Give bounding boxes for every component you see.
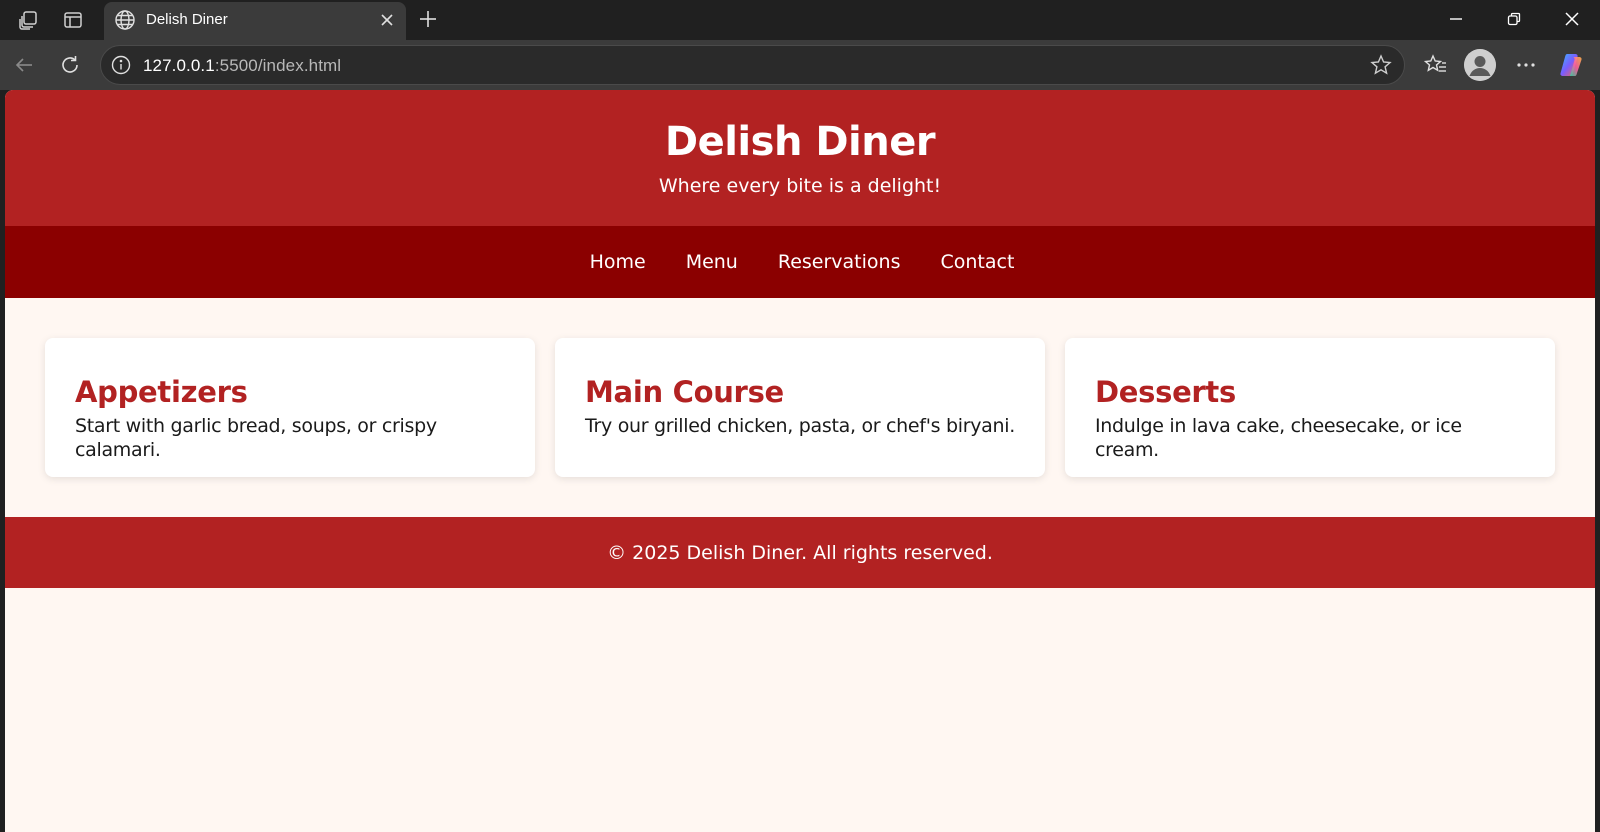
address-bar[interactable]: 127.0.0.1:5500/index.html bbox=[100, 45, 1405, 85]
url-host: 127.0.0.1 bbox=[143, 56, 215, 75]
main-nav: Home Menu Reservations Contact bbox=[5, 226, 1595, 298]
card-text: Start with garlic bread, soups, or crisp… bbox=[75, 415, 437, 461]
restore-icon[interactable] bbox=[1486, 0, 1542, 38]
card-title: Appetizers bbox=[75, 375, 248, 409]
card-desserts: Desserts Indulge in lava cake, cheesecak… bbox=[1065, 338, 1555, 477]
menu-cards: Appetizers Start with garlic bread, soup… bbox=[5, 298, 1595, 517]
plus-icon[interactable] bbox=[414, 5, 442, 33]
more-icon[interactable] bbox=[1510, 49, 1542, 81]
card-title: Main Course bbox=[585, 375, 784, 409]
site-header: Delish Diner Where every bite is a delig… bbox=[5, 90, 1595, 226]
close-icon[interactable] bbox=[376, 9, 398, 31]
browser-toolbar: 127.0.0.1:5500/index.html bbox=[0, 40, 1600, 90]
site-title: Delish Diner bbox=[664, 119, 936, 165]
nav-link-reservations[interactable]: Reservations bbox=[778, 251, 901, 273]
vertical-tabs-icon[interactable] bbox=[59, 6, 87, 34]
tab-title: Delish Diner bbox=[146, 11, 228, 28]
info-icon[interactable] bbox=[110, 54, 132, 76]
footer-text: © 2025 Delish Diner. All rights reserved… bbox=[607, 541, 993, 564]
nav-link-contact[interactable]: Contact bbox=[940, 251, 1014, 273]
workspaces-icon[interactable] bbox=[15, 6, 43, 34]
site-tagline: Where every bite is a delight! bbox=[658, 175, 942, 197]
star-icon[interactable] bbox=[1370, 54, 1392, 76]
copilot-icon[interactable] bbox=[1556, 49, 1588, 81]
browser-titlebar: Delish Diner bbox=[0, 0, 1600, 40]
favorites-icon[interactable] bbox=[1420, 49, 1452, 81]
url-text: 127.0.0.1:5500/index.html bbox=[143, 56, 341, 76]
back-icon[interactable] bbox=[8, 49, 40, 81]
nav-link-menu[interactable]: Menu bbox=[686, 251, 738, 273]
card-title: Desserts bbox=[1095, 375, 1236, 409]
nav-link-home[interactable]: Home bbox=[590, 251, 646, 273]
card-main-course: Main Course Try our grilled chicken, pas… bbox=[555, 338, 1045, 477]
card-appetizers: Appetizers Start with garlic bread, soup… bbox=[45, 338, 535, 477]
minimize-icon[interactable] bbox=[1428, 0, 1484, 38]
page-viewport: Delish Diner Where every bite is a delig… bbox=[5, 90, 1595, 832]
window-close-icon[interactable] bbox=[1544, 0, 1600, 38]
browser-tab[interactable]: Delish Diner bbox=[104, 2, 406, 40]
reload-icon[interactable] bbox=[54, 49, 86, 81]
globe-icon bbox=[114, 9, 136, 31]
card-text: Indulge in lava cake, cheesecake, or ice… bbox=[1095, 415, 1462, 461]
url-path: :5500/index.html bbox=[214, 56, 342, 75]
site-footer: © 2025 Delish Diner. All rights reserved… bbox=[5, 517, 1595, 588]
card-text: Try our grilled chicken, pasta, or chef'… bbox=[585, 415, 1015, 437]
avatar-icon[interactable] bbox=[1464, 49, 1496, 81]
